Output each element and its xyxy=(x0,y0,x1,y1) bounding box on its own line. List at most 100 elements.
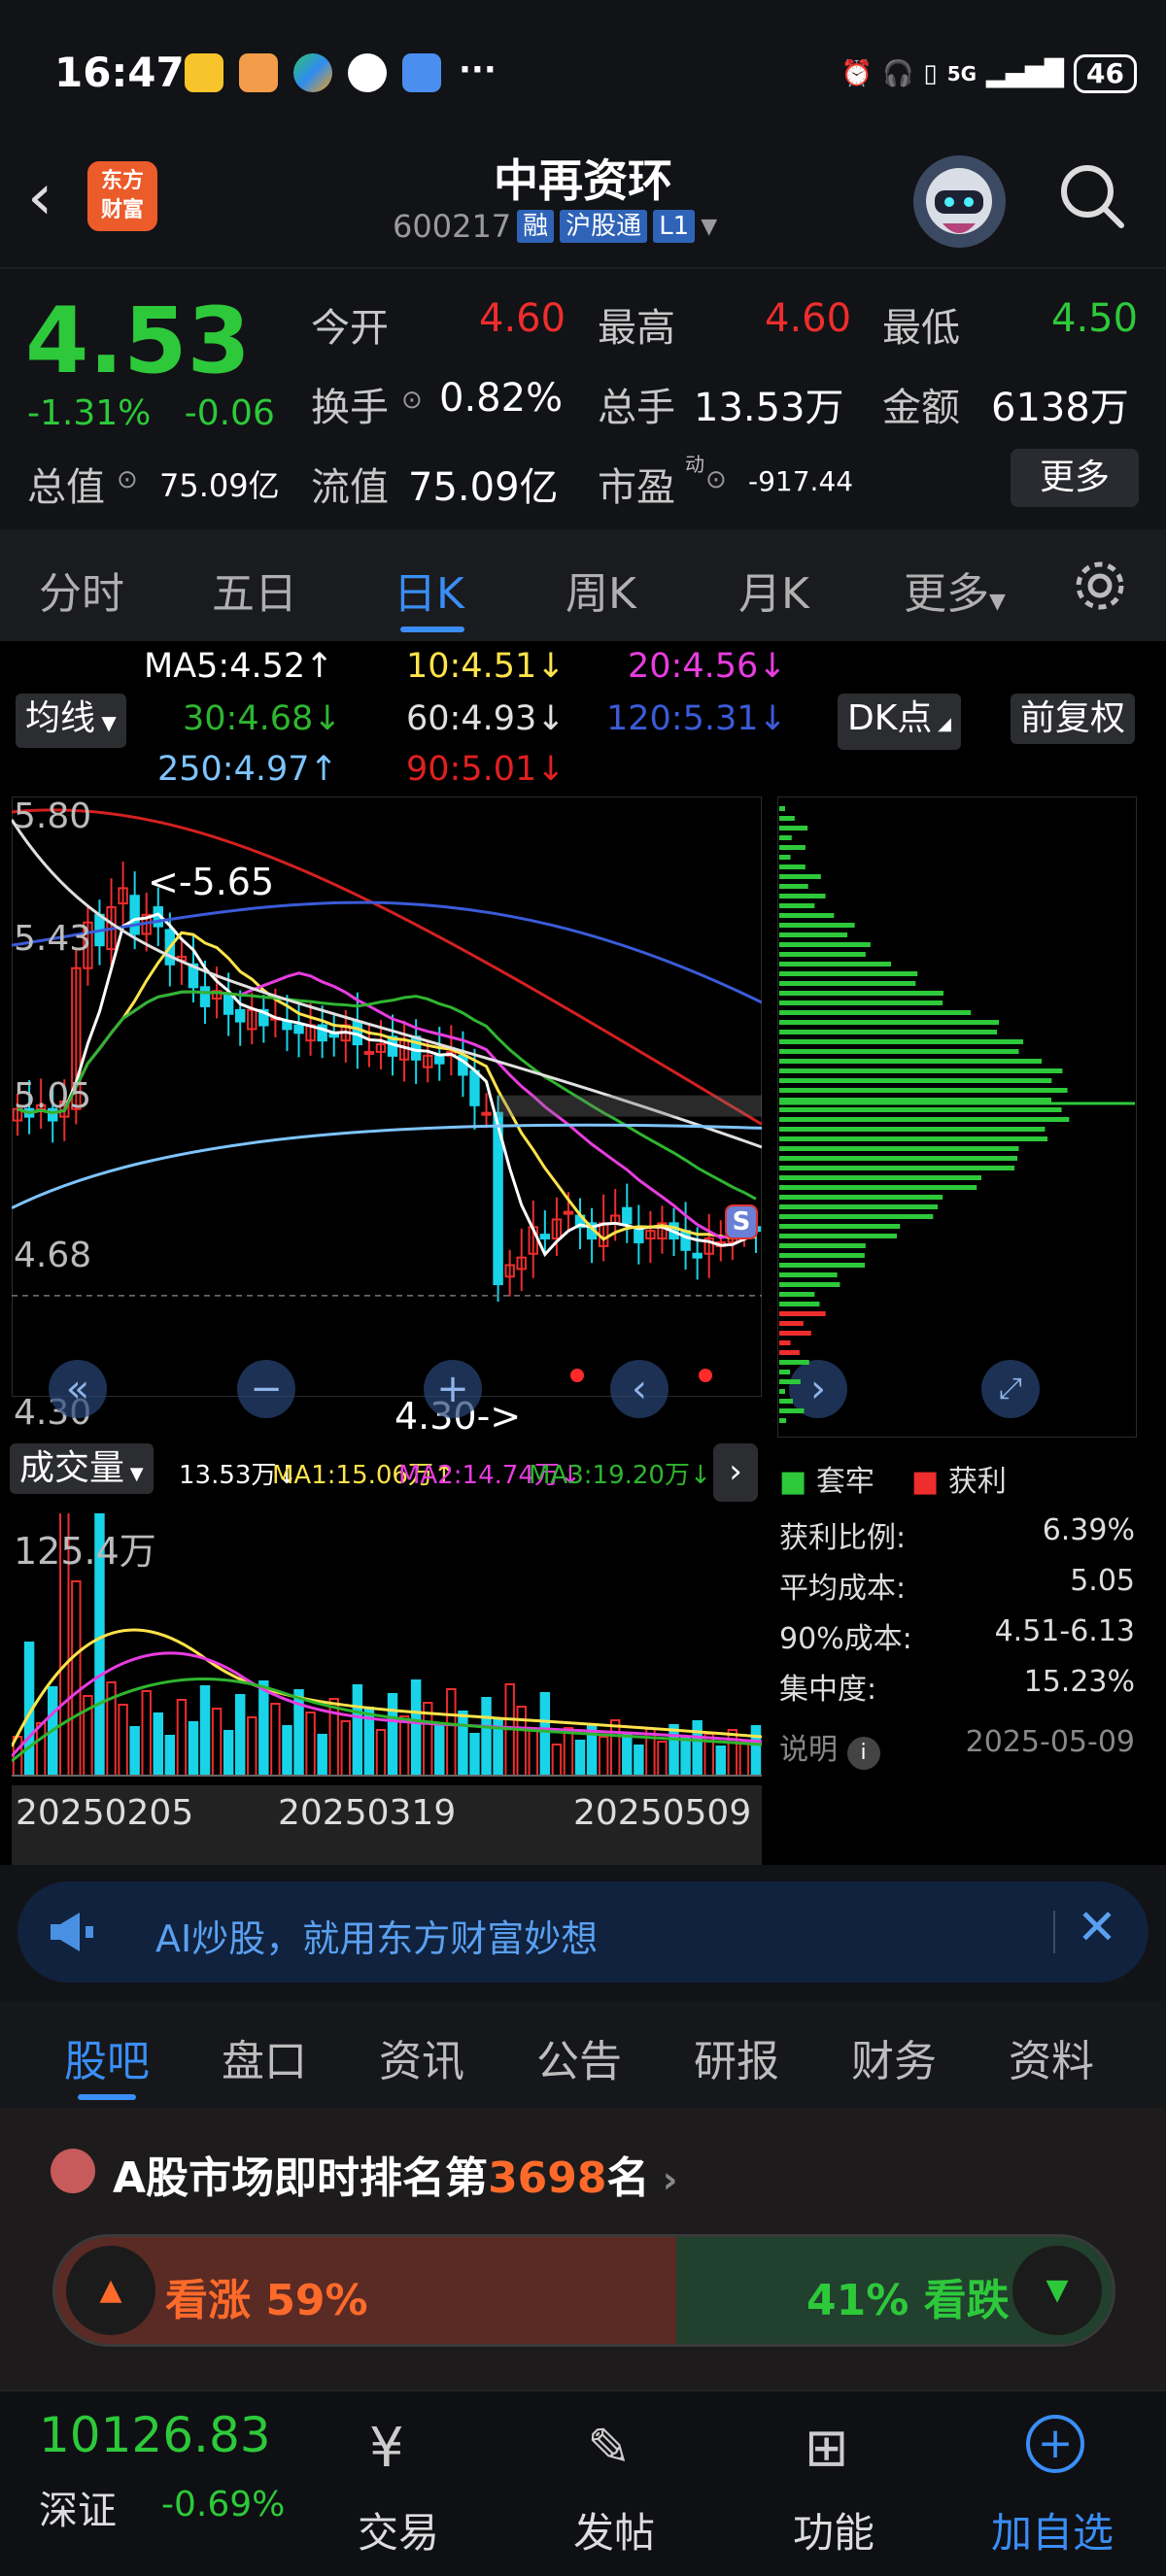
info-icon: i xyxy=(846,1737,880,1770)
nav-post[interactable]: 发帖 xyxy=(573,2500,655,2559)
tab-intraday[interactable]: 分时 xyxy=(39,559,124,621)
nav-add-watchlist[interactable]: 加自选 xyxy=(991,2500,1114,2559)
ma10-label: 10:4.51↓ xyxy=(406,647,566,686)
volume-bar xyxy=(458,1711,468,1777)
ma120-label: 120:5.31↓ xyxy=(606,699,787,738)
chip-bar xyxy=(779,1418,787,1423)
chip-bar xyxy=(779,932,848,937)
ranking-suffix: 名 xyxy=(606,2153,650,2203)
volume-bar xyxy=(750,1725,762,1777)
candle-body xyxy=(481,1111,492,1116)
connect-tag: 沪股通 xyxy=(560,210,648,243)
chip-bar xyxy=(779,855,791,860)
volume-indicator-button[interactable]: 成交量 ▼ xyxy=(10,1443,154,1494)
chip-bar xyxy=(779,1136,1048,1141)
wechat-icon xyxy=(348,53,387,92)
bull-button[interactable]: ▲ xyxy=(66,2246,155,2335)
scroll-left-icon[interactable]: « xyxy=(49,1360,107,1418)
signal-icon: ▂▄▆█ xyxy=(986,59,1065,88)
close-icon[interactable]: ✕ xyxy=(1077,1899,1117,1955)
volume-bar xyxy=(398,1715,410,1777)
chip-stat-row: 集中度: 15.23% xyxy=(779,1665,1135,1715)
active-tab-indicator xyxy=(78,2094,136,2100)
nav-trade[interactable]: 交易 xyxy=(358,2500,439,2559)
chip-bar xyxy=(779,1321,804,1326)
candle-body xyxy=(410,1035,422,1061)
chip-bar xyxy=(779,923,855,928)
dk-point-button[interactable]: DK点 ◢ xyxy=(838,694,961,750)
chip-bar xyxy=(779,1292,815,1297)
x-label: 20250205 xyxy=(16,1793,194,1833)
candle-body xyxy=(622,1206,633,1225)
chip-bar xyxy=(779,835,792,840)
ai-banner[interactable]: AI炒股，就用东方财富妙想 ✕ xyxy=(17,1881,1149,1983)
chip-stat-key: 获利比例: xyxy=(779,1521,907,1555)
chip-note[interactable]: 说明 i xyxy=(779,1725,880,1776)
chip-bar xyxy=(779,1146,1019,1151)
tab-weekly-k[interactable]: 周K xyxy=(566,559,636,621)
info-icon[interactable]: ⊙ xyxy=(401,386,423,415)
tab-five-day[interactable]: 五日 xyxy=(212,559,297,621)
x-label: 20250319 xyxy=(278,1793,457,1833)
tab-finance[interactable]: 财务 xyxy=(851,2026,937,2088)
volume-bar xyxy=(539,1692,551,1777)
ma-select-button[interactable]: 均线 ▼ xyxy=(16,694,126,748)
chip-bar xyxy=(779,864,806,869)
tab-announcements[interactable]: 公告 xyxy=(536,2026,622,2088)
tab-pankou[interactable]: 盘口 xyxy=(222,2026,307,2088)
volume-bar xyxy=(563,1727,574,1777)
search-icon[interactable] xyxy=(1057,161,1127,231)
bear-button[interactable]: ▼ xyxy=(1012,2246,1102,2335)
index-value[interactable]: 10126.83 xyxy=(39,2407,271,2463)
chip-bar xyxy=(779,1389,785,1394)
more-button[interactable]: 更多 xyxy=(1011,449,1139,507)
settings-gear-icon[interactable] xyxy=(1071,557,1129,619)
tab-daily-k[interactable]: 日K xyxy=(394,559,464,621)
volume-bar xyxy=(528,1728,539,1777)
chevron-down-icon: ▼ xyxy=(701,214,718,239)
chip-stat-value: 5.05 xyxy=(1070,1564,1135,1598)
chip-bar xyxy=(779,1039,1024,1044)
high-annotation: <-5.65 xyxy=(148,861,275,903)
index-name[interactable]: 深证 xyxy=(39,2479,117,2535)
section-tabs: 股吧 盘口 资讯 公告 研报 财务 资料 xyxy=(0,2001,1166,2108)
ai-robot-icon[interactable] xyxy=(913,155,1006,248)
tab-monthly-k[interactable]: 月K xyxy=(738,559,809,621)
volume-bar xyxy=(352,1684,363,1777)
zoom-in-icon[interactable]: + xyxy=(424,1360,482,1418)
chip-bar xyxy=(779,1282,840,1287)
signal-badge[interactable]: S xyxy=(725,1204,758,1239)
zoom-out-icon[interactable]: − xyxy=(237,1360,295,1418)
amount-value: 6138万 xyxy=(991,386,1129,430)
chip-bar xyxy=(779,1311,826,1316)
tab-more[interactable]: 更多▼ xyxy=(904,559,1006,621)
chip-distribution-chart[interactable] xyxy=(777,797,1137,1438)
ma250-label: 250:4.97↑ xyxy=(157,750,338,789)
tab-profile[interactable]: 资料 xyxy=(1009,2026,1094,2088)
info-icon[interactable]: ⊙ xyxy=(705,465,727,494)
tab-news[interactable]: 资讯 xyxy=(379,2026,464,2088)
candlestick-chart[interactable] xyxy=(12,797,762,1397)
info-icon[interactable]: ⊙ xyxy=(117,465,138,494)
adjust-mode-button[interactable]: 前复权 xyxy=(1011,694,1136,744)
step-left-icon[interactable]: ‹ xyxy=(610,1360,669,1418)
price-band xyxy=(497,1095,762,1117)
chip-stat-key: 90%成本: xyxy=(779,1622,912,1656)
chip-bar xyxy=(779,874,821,879)
tab-research[interactable]: 研报 xyxy=(694,2026,779,2088)
candle-body xyxy=(234,1008,246,1023)
stock-header: ‹ 东方 财富 中再资环 600217 融 沪股通 L1 ▼ xyxy=(0,146,1166,267)
banner-text: AI炒股，就用东方财富妙想 xyxy=(155,1917,599,1960)
volume-bar xyxy=(481,1697,492,1777)
nav-functions[interactable]: 功能 xyxy=(793,2500,874,2559)
stock-code: 600217 xyxy=(393,208,512,245)
chip-stat-row: 平均成本: 5.05 xyxy=(779,1564,1135,1614)
chevron-right-icon[interactable]: › xyxy=(713,1443,758,1502)
volume-bar xyxy=(71,1580,82,1777)
tab-guba[interactable]: 股吧 xyxy=(64,2026,150,2088)
ranking-text[interactable]: A股市场即时排名第3698名 › xyxy=(113,2143,677,2205)
stock-code-row[interactable]: 600217 融 沪股通 L1 ▼ xyxy=(393,208,717,245)
compose-icon: ✎ xyxy=(587,2417,632,2478)
volume-max-label: 125.4万 xyxy=(14,1530,156,1573)
chip-bar xyxy=(779,1078,1052,1083)
